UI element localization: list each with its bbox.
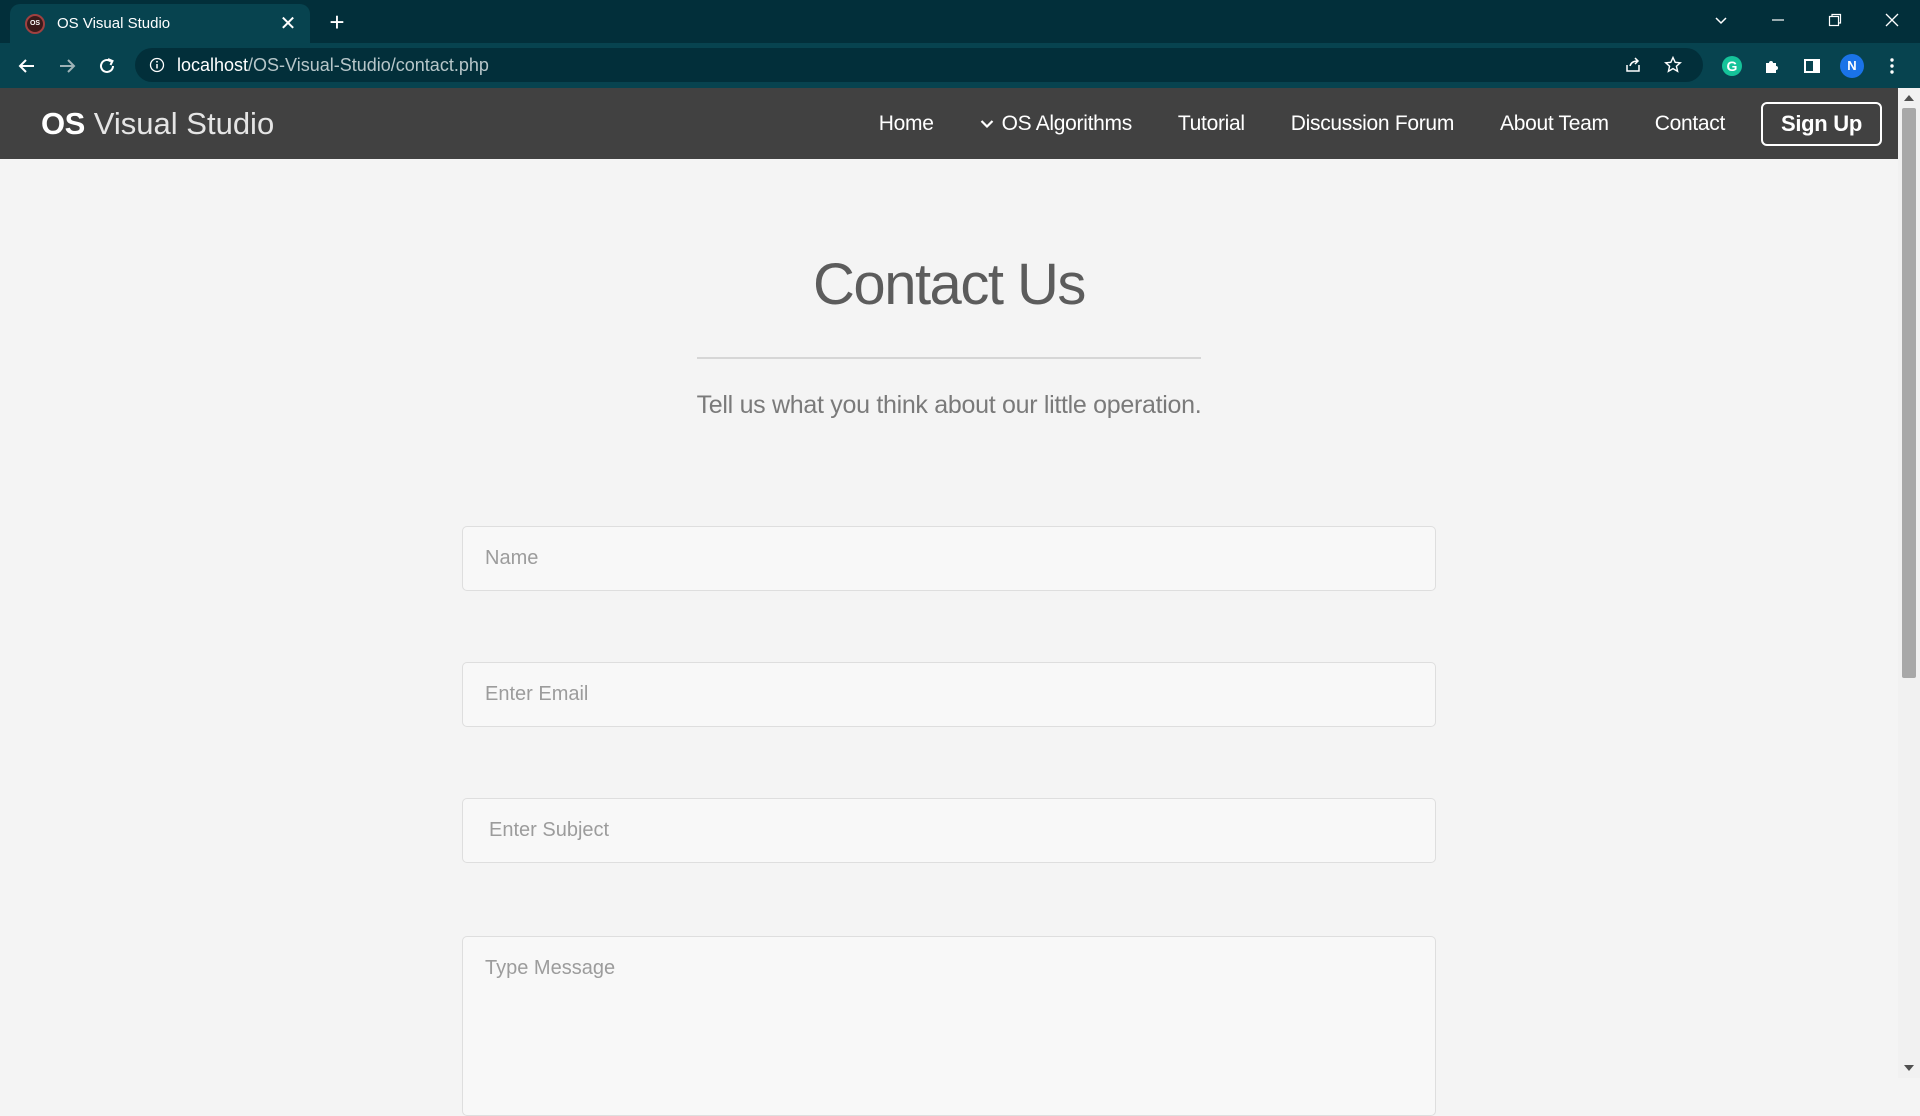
nav-link-os-algorithms[interactable]: OS Algorithms (980, 112, 1132, 136)
extensions-area: G N (1712, 43, 1912, 88)
tab-search-chevron-icon[interactable] (1692, 0, 1749, 40)
scrollbar-thumb[interactable] (1902, 108, 1916, 678)
reload-icon[interactable] (87, 46, 127, 86)
email-field[interactable] (462, 662, 1436, 727)
subject-field[interactable] (462, 798, 1436, 863)
tab-title: OS Visual Studio (57, 15, 171, 32)
side-panel-icon[interactable] (1792, 46, 1832, 86)
minimize-icon[interactable] (1749, 0, 1806, 40)
chevron-down-icon (980, 119, 994, 129)
address-bar-actions (1613, 48, 1693, 82)
browser-menu-icon[interactable] (1872, 46, 1912, 86)
page-title: Contact Us (813, 252, 1086, 317)
grammarly-extension-icon[interactable]: G (1712, 46, 1752, 86)
nav-link-os-algorithms-label: OS Algorithms (1001, 111, 1133, 135)
message-field[interactable] (462, 936, 1436, 1116)
page-tagline: Tell us what you think about our little … (696, 391, 1202, 419)
contact-page: Contact Us Tell us what you think about … (0, 159, 1898, 1116)
nav-link-about-team[interactable]: About Team (1500, 112, 1609, 136)
tab-close-icon[interactable]: ✕ (274, 10, 302, 38)
forward-arrow-icon[interactable] (47, 46, 87, 86)
nav-link-contact[interactable]: Contact (1655, 112, 1726, 136)
brand-strong: OS (41, 105, 85, 141)
brand-light: Visual Studio (93, 105, 275, 141)
signup-button[interactable]: Sign Up (1760, 101, 1882, 146)
new-tab-button[interactable]: + (322, 7, 352, 37)
nav-link-tutorial[interactable]: Tutorial (1178, 112, 1245, 136)
nav-links: Home OS Algorithms Tutorial Discussion F… (833, 88, 1882, 159)
back-arrow-icon[interactable] (7, 46, 47, 86)
browser-toolbar: localhost/OS-Visual-Studio/contact.php G… (0, 43, 1920, 88)
url-path: /OS-Visual-Studio/contact.php (248, 54, 489, 75)
window-controls (1692, 0, 1920, 40)
extensions-puzzle-icon[interactable] (1752, 46, 1792, 86)
nav-link-home[interactable]: Home (879, 112, 934, 136)
profile-initial: N (1840, 53, 1864, 78)
profile-avatar[interactable]: N (1832, 46, 1872, 86)
browser-tab-strip: OS OS Visual Studio ✕ + (0, 0, 1920, 43)
site-favicon-icon: OS (25, 13, 45, 34)
site-info-icon[interactable] (147, 55, 167, 75)
url-host: localhost (177, 54, 249, 75)
browser-tab-active[interactable]: OS OS Visual Studio ✕ (10, 4, 310, 43)
share-icon[interactable] (1613, 48, 1653, 82)
brand-logo[interactable]: OS Visual Studio (41, 88, 274, 159)
close-window-icon[interactable] (1863, 0, 1920, 40)
name-field[interactable] (462, 526, 1436, 591)
scroll-down-arrow-icon[interactable] (1898, 1058, 1920, 1078)
url-text: localhost/OS-Visual-Studio/contact.php (177, 55, 489, 76)
grammarly-badge: G (1722, 55, 1742, 76)
restore-icon[interactable] (1806, 0, 1863, 40)
site-navbar: OS Visual Studio Home OS Algorithms Tuto… (0, 88, 1898, 159)
bookmark-star-icon[interactable] (1653, 48, 1693, 82)
scroll-up-arrow-icon[interactable] (1898, 88, 1920, 108)
title-divider (697, 357, 1201, 359)
address-bar[interactable]: localhost/OS-Visual-Studio/contact.php (135, 48, 1703, 82)
nav-link-discussion-forum[interactable]: Discussion Forum (1291, 112, 1455, 136)
page-scrollbar[interactable] (1898, 88, 1920, 1078)
